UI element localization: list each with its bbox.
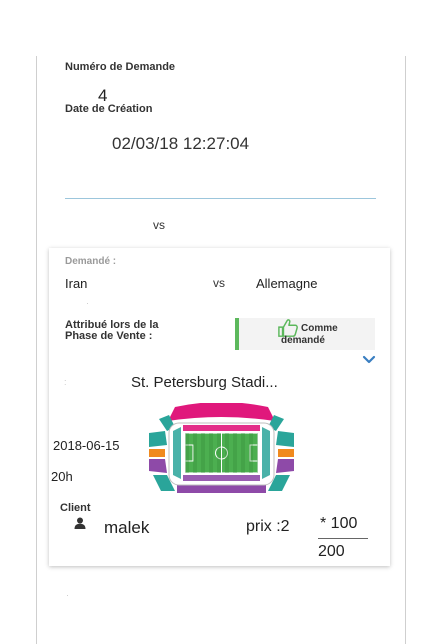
team-away: Allemagne (256, 276, 318, 291)
demande-label: Demandé : (65, 256, 117, 267)
faint-dot: · (86, 298, 89, 308)
attribue-label: Attribué lors de la Phase de Vente : (65, 320, 159, 342)
multiplier-text: * 100 (320, 515, 358, 532)
total-value: 200 (318, 543, 345, 560)
comme-demande-button[interactable]: Comme demandé (235, 318, 375, 350)
total-underline (318, 538, 368, 539)
user-icon (74, 517, 86, 529)
match-date: 2018-06-15 (53, 438, 120, 453)
client-name: malek (104, 518, 150, 537)
date-creation-value: 02/03/18 12:27:04 (112, 134, 250, 153)
date-creation-label: Date de Création (65, 103, 153, 115)
comme-button-label-line2: demandé (281, 335, 325, 346)
chevron-down-icon[interactable] (362, 355, 376, 365)
venue-name: St. Petersburg Stadi... (131, 374, 278, 391)
stadium-map-icon (149, 403, 294, 493)
faint-mark: : (64, 377, 67, 387)
comme-button-label-line1: Comme (301, 323, 338, 334)
vs-text: vs (153, 218, 165, 232)
vs-text-match: vs (213, 276, 225, 290)
faint-mark-2: · (66, 590, 69, 600)
match-time: 20h (51, 469, 73, 484)
numero-demande-label: Numéro de Demande (65, 61, 176, 73)
prix-text: prix :2 (246, 518, 290, 535)
client-label: Client (60, 502, 91, 514)
next-request-card (36, 578, 406, 644)
divider-line (65, 198, 376, 199)
team-home: Iran (65, 276, 88, 291)
attribue-label-line2: Phase de Vente : (65, 330, 153, 342)
